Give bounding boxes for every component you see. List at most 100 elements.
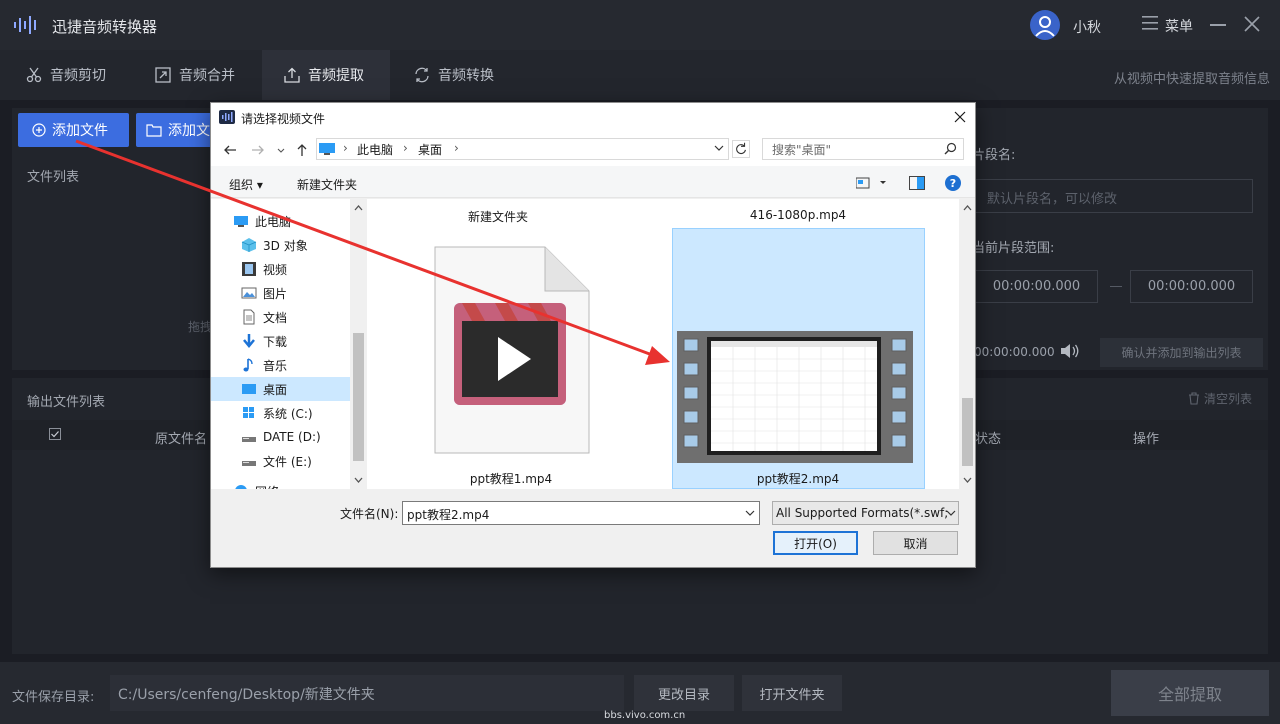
- organize-label: 组织: [229, 178, 254, 192]
- add-folder-button[interactable]: 添加文件夹: [136, 113, 216, 147]
- minimize-icon[interactable]: [1210, 24, 1226, 26]
- nav-item-this-pc[interactable]: 此电脑: [211, 209, 350, 233]
- clear-list-button[interactable]: 清空列表: [1188, 390, 1252, 407]
- folder-icon: [146, 124, 162, 137]
- segment-name-label: 片段名:: [972, 148, 1016, 163]
- nav-item-drive-e[interactable]: 文件 (E:): [211, 449, 350, 473]
- system-drive-icon: [243, 407, 254, 418]
- nav-item-label: 文档: [263, 310, 288, 325]
- range-end-input[interactable]: 00:00:00.000: [1130, 270, 1253, 303]
- confirm-add-button[interactable]: 确认并添加到输出列表: [1100, 338, 1263, 367]
- scroll-up-icon[interactable]: [353, 203, 364, 213]
- scroll-down-icon[interactable]: [353, 475, 364, 485]
- chevron-down-icon[interactable]: [714, 143, 724, 153]
- file-item-new-folder[interactable]: 新建文件夹: [408, 208, 588, 225]
- back-arrow-icon[interactable]: [223, 143, 237, 157]
- select-all-checkbox[interactable]: [49, 428, 61, 440]
- range-start-input[interactable]: 00:00:00.000: [975, 270, 1098, 303]
- app-title: 迅捷音频转换器: [52, 18, 158, 36]
- file-item-ppt-1[interactable]: ppt教程1.mp4: [421, 470, 601, 487]
- search-icon[interactable]: [944, 142, 957, 155]
- breadcrumb-separator: ›: [403, 141, 408, 155]
- nav-item-label: 下载: [263, 334, 288, 349]
- recent-dropdown-icon[interactable]: [277, 143, 285, 157]
- nav-item-drive-d[interactable]: DATE (D:): [211, 425, 350, 449]
- nav-item-drive-c[interactable]: 系统 (C:): [211, 401, 350, 425]
- tab-label: 音频合并: [179, 68, 235, 84]
- volume-icon[interactable]: [1060, 343, 1080, 359]
- file-view-scroll-thumb[interactable]: [962, 398, 973, 466]
- segment-name-input[interactable]: 默认片段名，可以修改: [972, 179, 1253, 213]
- tab-bar: 音频剪切 音频合并 音频提取 音频转换: [0, 50, 1280, 100]
- nav-item-pictures[interactable]: 图片: [211, 281, 350, 305]
- close-icon[interactable]: [1244, 16, 1260, 32]
- nav-item-music[interactable]: 音乐: [211, 353, 350, 377]
- nav-item-videos[interactable]: 视频: [211, 257, 350, 281]
- merge-icon: [155, 67, 171, 83]
- change-dir-button[interactable]: 更改目录: [634, 675, 734, 711]
- desktop-icon: [242, 384, 256, 394]
- organize-menu-button[interactable]: 组织 ▾: [229, 176, 263, 193]
- nav-item-network[interactable]: 网络: [211, 479, 350, 489]
- filename-input[interactable]: ppt教程2.mp4: [402, 501, 760, 525]
- scroll-down-icon[interactable]: [962, 475, 973, 485]
- file-item-ppt-2[interactable]: ppt教程2.mp4: [708, 470, 888, 487]
- up-arrow-icon[interactable]: [295, 143, 309, 157]
- video-file-icon[interactable]: [433, 245, 591, 455]
- breadcrumb-desktop[interactable]: 桌面: [418, 141, 442, 158]
- nav-scroll-thumb[interactable]: [353, 333, 364, 461]
- menu-button[interactable]: 菜单: [1165, 16, 1193, 36]
- tab-audio-extract[interactable]: 音频提取: [262, 50, 390, 100]
- video-thumbnail-icon[interactable]: [677, 331, 913, 463]
- open-folder-button[interactable]: 打开文件夹: [742, 675, 842, 711]
- close-icon[interactable]: [953, 110, 967, 124]
- nav-item-label: 桌面: [263, 382, 288, 397]
- computer-icon: [319, 143, 335, 155]
- new-folder-button[interactable]: 新建文件夹: [297, 176, 357, 193]
- refresh-icon[interactable]: [732, 140, 750, 158]
- nav-item-downloads[interactable]: 下载: [211, 329, 350, 353]
- preview-pane-icon[interactable]: [909, 176, 925, 190]
- help-icon[interactable]: ?: [945, 175, 961, 191]
- play-time: 00:00:00.000: [974, 345, 1055, 359]
- scissors-icon: [26, 67, 42, 83]
- app-logo-icon: [14, 16, 36, 34]
- nav-item-label: 音乐: [263, 358, 288, 373]
- tab-audio-cut[interactable]: 音频剪切: [4, 50, 132, 100]
- tab-audio-convert[interactable]: 音频转换: [392, 50, 520, 100]
- search-placeholder: 搜索"桌面": [772, 143, 832, 157]
- cancel-button[interactable]: 取消: [873, 531, 958, 555]
- save-dir-path[interactable]: C:/Users/cenfeng/Desktop/新建文件夹: [110, 675, 624, 711]
- view-options-icon[interactable]: [856, 177, 888, 189]
- nav-item-documents[interactable]: 文档: [211, 305, 350, 329]
- add-folder-label: 添加文件夹: [168, 123, 216, 139]
- hamburger-menu-icon[interactable]: [1142, 16, 1158, 30]
- clear-list-label: 清空列表: [1204, 392, 1253, 406]
- add-file-label: 添加文件: [52, 123, 108, 139]
- file-type-select[interactable]: All Supported Formats(*.swf;: [772, 501, 959, 525]
- column-original-name: 原文件名: [155, 432, 208, 447]
- file-item-416-1080p[interactable]: 416-1080p.mp4: [708, 208, 888, 222]
- scroll-up-icon[interactable]: [962, 203, 973, 213]
- forward-arrow-icon[interactable]: [251, 143, 265, 157]
- nav-item-3d-objects[interactable]: 3D 对象: [211, 233, 350, 257]
- chevron-down-icon[interactable]: [745, 509, 755, 517]
- tab-label: 音频转换: [438, 68, 494, 84]
- open-button[interactable]: 打开(O): [773, 531, 858, 555]
- dialog-title: 请选择视频文件: [241, 112, 326, 126]
- breadcrumb-this-pc[interactable]: 此电脑: [357, 141, 393, 158]
- chevron-down-icon[interactable]: [946, 509, 956, 517]
- file-open-dialog: 请选择视频文件 › 此电脑 › 桌面 › 搜索"桌面" 组织 ▾ 新建文件夹 ?…: [210, 102, 976, 568]
- picture-icon: [241, 287, 257, 299]
- extract-all-button[interactable]: 全部提取: [1111, 670, 1269, 716]
- drag-hint: 拖拽: [188, 320, 213, 334]
- nav-item-desktop[interactable]: 桌面: [211, 377, 350, 401]
- user-name[interactable]: 小秋: [1073, 17, 1101, 37]
- column-action: 操作: [1133, 432, 1160, 447]
- add-file-button[interactable]: 添加文件: [18, 113, 129, 147]
- tab-label: 音频剪切: [50, 68, 106, 84]
- avatar[interactable]: [1030, 10, 1060, 40]
- tab-audio-merge[interactable]: 音频合并: [133, 50, 261, 100]
- nav-item-label: 文件 (E:): [263, 454, 312, 469]
- trash-icon: [1189, 392, 1199, 405]
